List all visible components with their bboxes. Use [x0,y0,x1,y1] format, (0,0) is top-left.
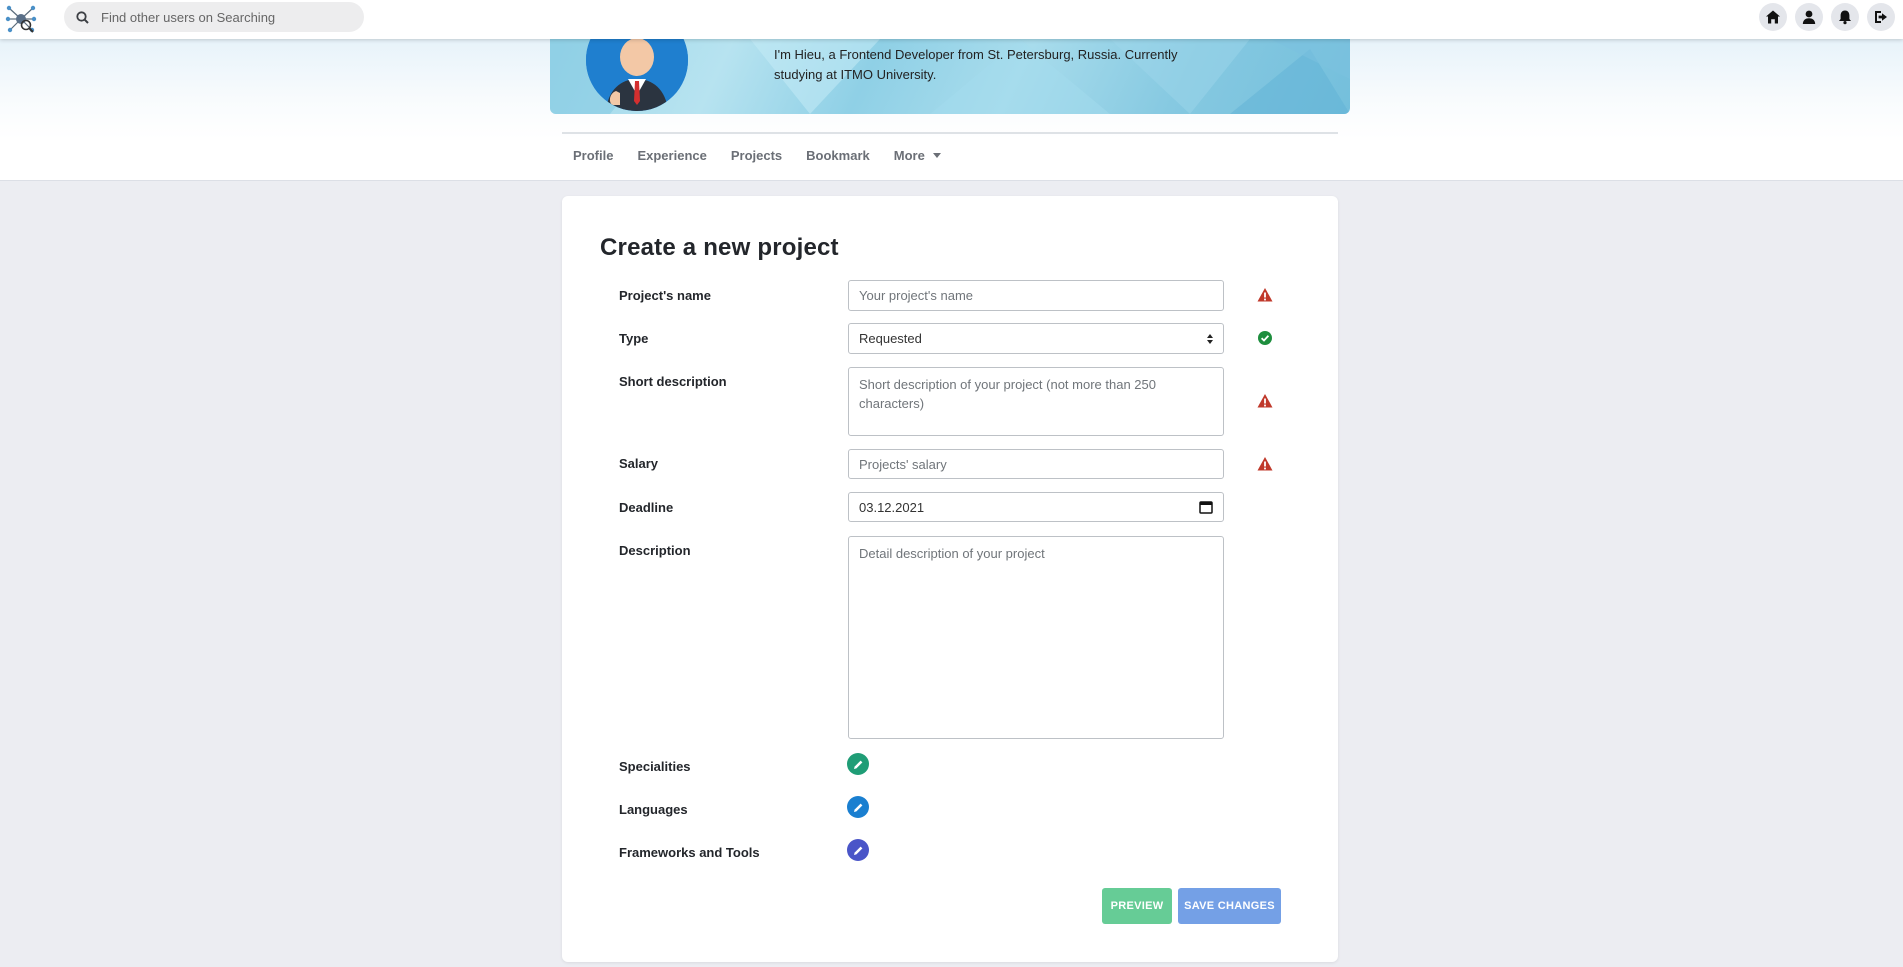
project-name-input[interactable] [848,280,1224,311]
tab-more[interactable]: More [894,148,941,163]
app-logo-icon[interactable] [4,2,38,36]
check-circle-icon [1258,331,1272,345]
edit-frameworks-button[interactable] [847,839,869,861]
frameworks-label: Frameworks and Tools [619,845,760,860]
warning-icon [1257,394,1273,408]
logout-icon[interactable] [1867,3,1895,31]
deadline-label: Deadline [619,500,674,515]
description-label: Description [619,543,691,558]
tab-profile[interactable]: Profile [573,148,613,163]
type-select-value: Requested [859,331,922,346]
profile-header: I'm Hieu, a Frontend Developer from St. … [0,39,1903,181]
description-input[interactable] [848,536,1224,739]
tab-bookmark[interactable]: Bookmark [806,148,870,163]
type-select[interactable]: Requested [848,323,1224,354]
profile-tabs: Profile Experience Projects Bookmark Mor… [573,148,965,163]
search-input[interactable] [101,9,341,25]
warning-icon [1257,457,1273,471]
type-label: Type [619,331,649,346]
salary-input[interactable] [848,449,1224,479]
tab-experience[interactable]: Experience [637,148,706,163]
edit-specialities-button[interactable] [847,753,869,775]
search-icon [76,10,89,24]
bell-icon[interactable] [1831,3,1859,31]
salary-label: Salary [619,456,659,471]
edit-languages-button[interactable] [847,796,869,818]
profile-bio: I'm Hieu, a Frontend Developer from St. … [774,47,1178,82]
top-navbar [0,0,1903,39]
warning-icon [1257,288,1273,302]
search-bar[interactable] [64,2,364,32]
preview-button[interactable]: PREVIEW [1102,888,1172,924]
create-project-card: Create a new project Project's name Type… [562,196,1338,962]
deadline-value: 03.12.2021 [859,499,925,515]
select-arrows-icon [1207,333,1213,344]
home-icon[interactable] [1759,3,1787,31]
pencil-icon [853,760,862,769]
short-description-label: Short description [619,374,727,389]
calendar-icon[interactable] [1199,500,1213,514]
chevron-down-icon [932,153,941,158]
specialities-label: Specialities [619,759,691,774]
page-title: Create a new project [600,234,839,261]
project-name-label: Project's name [619,288,711,303]
tab-more-label: More [893,148,925,163]
user-icon[interactable] [1795,3,1823,31]
short-description-input[interactable] [848,367,1224,436]
save-changes-button[interactable]: SAVE CHANGES [1178,888,1281,924]
pencil-icon [853,803,862,812]
pencil-icon [853,846,862,855]
languages-label: Languages [619,802,688,817]
deadline-input[interactable]: 03.12.2021 [848,492,1224,522]
tabs-divider [562,132,1338,134]
tab-projects[interactable]: Projects [731,148,782,163]
cover-image: I'm Hieu, a Frontend Developer from St. … [550,39,1350,114]
